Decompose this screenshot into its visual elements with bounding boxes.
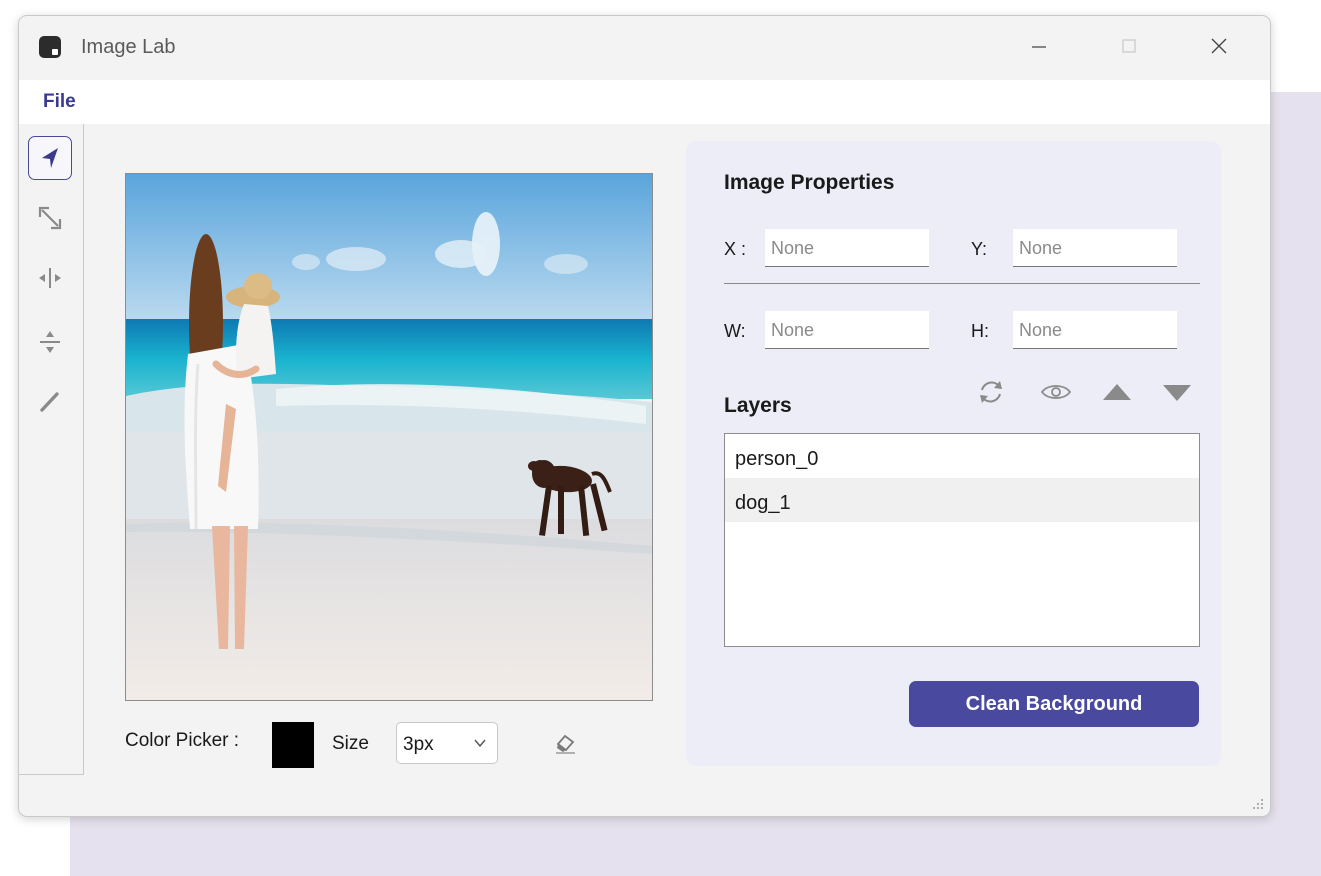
app-icon <box>39 36 61 58</box>
size-label: Size <box>332 733 369 754</box>
y-input[interactable]: None <box>1013 229 1177 267</box>
minimize-icon <box>1032 46 1046 48</box>
image-properties-title: Image Properties <box>724 171 895 194</box>
size-select-value: 3px <box>403 734 434 755</box>
layer-item-person-0[interactable]: person_0 <box>725 434 1199 478</box>
close-button[interactable] <box>1196 26 1242 66</box>
eraser-button[interactable] <box>553 732 579 761</box>
app-window: Image Lab File Color Picker: Size 3px I… <box>18 15 1271 817</box>
move-layer-up-button[interactable] <box>1100 375 1134 414</box>
clean-background-button[interactable]: Clean Background <box>909 681 1199 727</box>
w-label: W: <box>724 321 746 341</box>
minimize-button[interactable] <box>1016 26 1062 66</box>
properties-panel: Image Properties X : None Y: None W: Non… <box>686 141 1221 766</box>
color-picker-swatch[interactable] <box>272 722 314 768</box>
resize-grip-icon[interactable] <box>1250 796 1264 810</box>
tool-resize-horizontal[interactable] <box>28 256 72 300</box>
window-title: Image Lab <box>81 36 176 58</box>
properties-separator <box>724 283 1200 284</box>
y-input-placeholder: None <box>1019 238 1063 258</box>
y-label: Y: <box>971 239 988 259</box>
resize-diagonal-icon <box>38 206 62 230</box>
size-select[interactable]: 3px <box>396 722 498 764</box>
h-input[interactable]: None <box>1013 311 1177 349</box>
resize-horizontal-icon <box>39 268 61 288</box>
x-input[interactable]: None <box>765 229 929 267</box>
w-input[interactable]: None <box>765 311 929 349</box>
x-label: X : <box>724 239 747 259</box>
close-icon <box>1211 38 1227 54</box>
pencil-icon <box>40 392 59 412</box>
w-input-placeholder: None <box>771 320 815 340</box>
refresh-layers-button[interactable] <box>974 375 1008 414</box>
maximize-button[interactable] <box>1106 26 1152 66</box>
eye-icon <box>1040 385 1072 399</box>
h-input-placeholder: None <box>1019 320 1063 340</box>
toggle-visibility-button[interactable] <box>1039 375 1073 414</box>
beach-photo <box>126 174 652 700</box>
tool-resize-vertical[interactable] <box>28 320 72 364</box>
move-layer-down-button[interactable] <box>1160 375 1194 414</box>
layers-list[interactable]: person_0 dog_1 <box>724 433 1200 647</box>
layers-title: Layers <box>724 394 792 417</box>
x-input-placeholder: None <box>771 238 815 258</box>
refresh-icon <box>980 381 1002 403</box>
select-arrow-icon <box>42 148 58 168</box>
eraser-icon <box>556 734 575 754</box>
chevron-down-icon <box>474 739 486 748</box>
tool-pencil[interactable] <box>28 380 72 424</box>
triangle-up-icon <box>1103 384 1131 400</box>
resize-vertical-icon <box>40 331 60 353</box>
image-canvas[interactable] <box>125 173 653 701</box>
menu-file[interactable]: File <box>43 91 76 113</box>
h-label: H: <box>971 321 989 341</box>
maximize-icon <box>1122 39 1136 53</box>
title-bar: Image Lab <box>19 16 1270 80</box>
layer-item-dog-1[interactable]: dog_1 <box>725 478 1199 522</box>
tool-sidebar <box>19 124 84 775</box>
menu-bar <box>19 80 1270 124</box>
triangle-down-icon <box>1163 385 1191 401</box>
tool-resize-diagonal[interactable] <box>28 196 72 240</box>
tool-select[interactable] <box>28 136 72 180</box>
color-picker-label: Color Picker : <box>125 730 240 751</box>
